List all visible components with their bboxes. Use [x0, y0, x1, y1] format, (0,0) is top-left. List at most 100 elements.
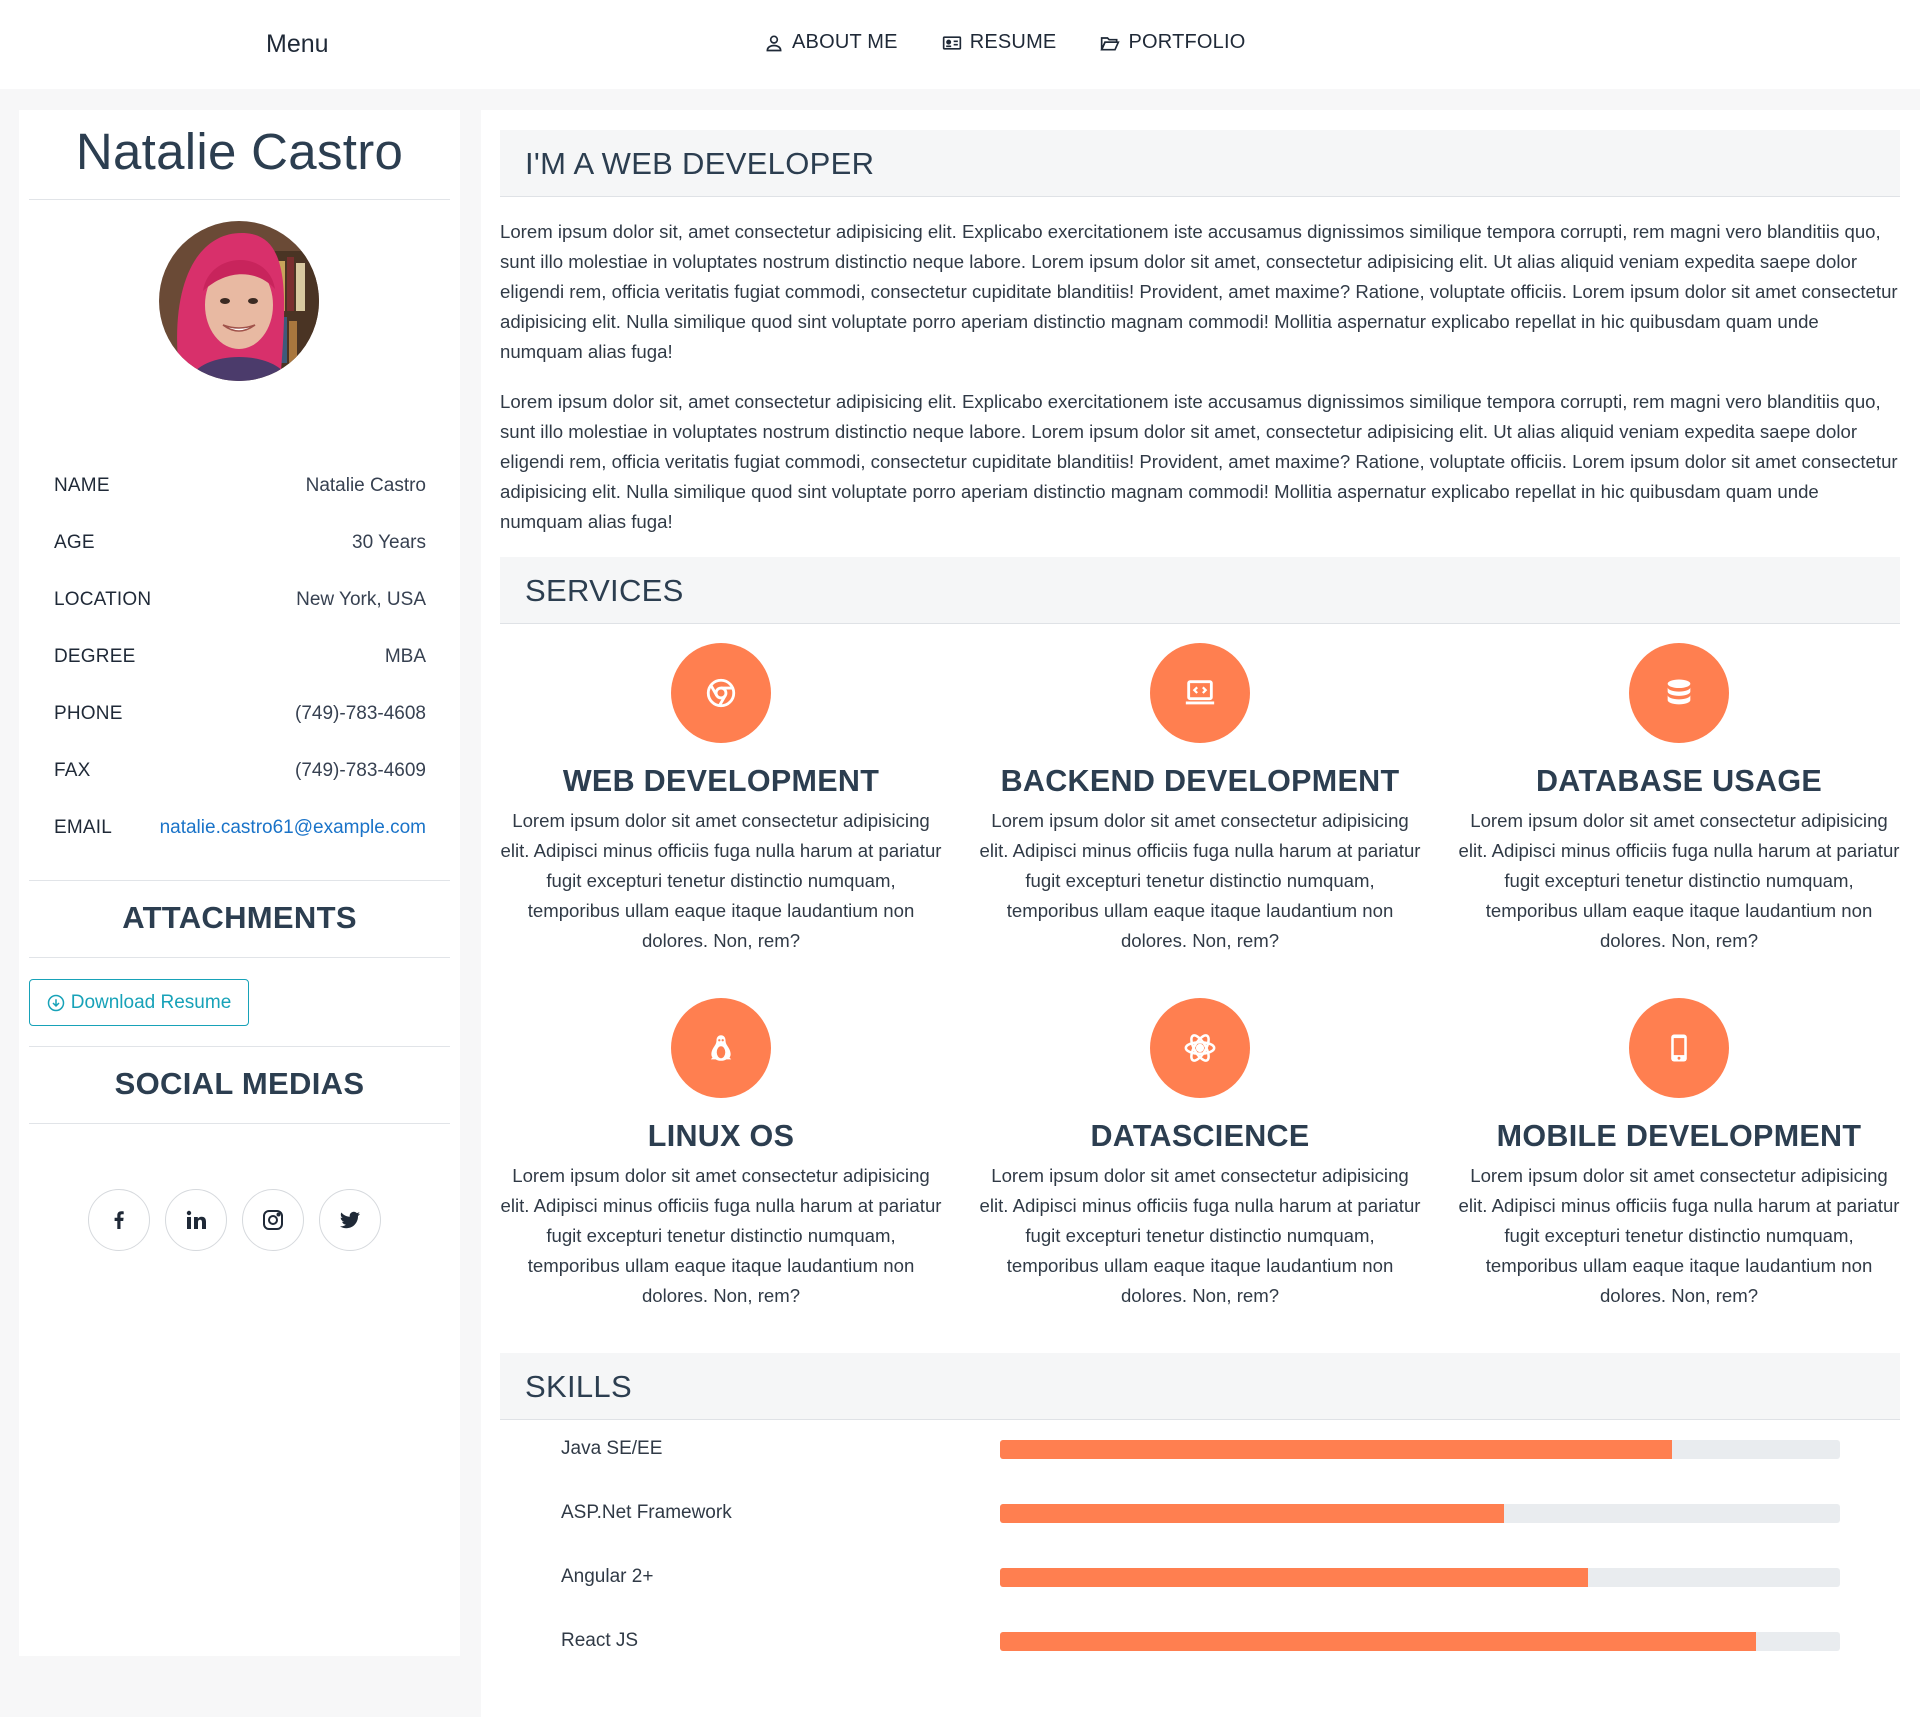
avatar-photo: [159, 221, 319, 381]
service-description: Lorem ipsum dolor sit amet consectetur a…: [979, 810, 1421, 951]
chrome-icon: [706, 678, 736, 708]
skill-name: Java SE/EE: [561, 1438, 663, 1459]
twitter-link[interactable]: [319, 1189, 381, 1251]
service-icon-circle: [1629, 643, 1729, 743]
facebook-icon: [114, 1211, 124, 1229]
info-value: New York, USA: [296, 588, 426, 610]
avatar: [159, 221, 319, 381]
info-key: LOCATION: [54, 588, 152, 610]
service-title: LINUX OS: [647, 1119, 795, 1153]
attachments-heading: ATTACHMENTS: [122, 900, 357, 935]
info-row-phone: PHONE (749)-783-4608: [54, 685, 426, 742]
info-value: (749)-783-4609: [295, 759, 426, 781]
info-key: AGE: [54, 531, 95, 553]
skill-row: Java SE/EE: [500, 1434, 1900, 1464]
service-mobile-development: MOBILE DEVELOPMENT Lorem ipsum dolor sit…: [1458, 998, 1900, 1311]
profile-info-table: NAME Natalie Castro AGE 30 Years LOCATIO…: [54, 457, 426, 856]
skill-name: ASP.Net Framework: [561, 1502, 732, 1523]
service-icon-circle: [671, 643, 771, 743]
info-key: PHONE: [54, 702, 123, 724]
divider: [29, 1123, 450, 1124]
service-linux-os: LINUX OS Lorem ipsum dolor sit amet cons…: [500, 998, 942, 1311]
nav-resume[interactable]: RESUME: [942, 31, 1057, 54]
facebook-link[interactable]: [88, 1189, 150, 1251]
service-web-development: WEB DEVELOPMENT Lorem ipsum dolor sit am…: [500, 643, 942, 956]
nav-resume-label: RESUME: [969, 31, 1057, 53]
service-datascience: DATASCIENCE Lorem ipsum dolor sit amet c…: [979, 998, 1421, 1311]
skill-progress-fill: [1000, 1504, 1504, 1523]
download-resume-label: Download Resume: [70, 991, 232, 1013]
service-icon-circle: [1150, 998, 1250, 1098]
linux-icon: [710, 1035, 732, 1061]
service-title: BACKEND DEVELOPMENT: [1000, 764, 1400, 798]
service-database-usage: DATABASE USAGE Lorem ipsum dolor sit ame…: [1458, 643, 1900, 956]
skill-progress-track: [1000, 1440, 1840, 1459]
info-row-age: AGE 30 Years: [54, 514, 426, 571]
user-icon: [766, 35, 782, 51]
info-key: NAME: [54, 474, 110, 496]
skill-progress-track: [1000, 1632, 1840, 1651]
skill-progress-fill: [1000, 1568, 1588, 1587]
nav-about-me-label: ABOUT ME: [792, 31, 898, 53]
about-heading: I'M A WEB DEVELOPER: [500, 130, 1900, 197]
service-description: Lorem ipsum dolor sit amet consectetur a…: [1458, 1165, 1900, 1306]
service-description: Lorem ipsum dolor sit amet consectetur a…: [500, 1165, 942, 1306]
nav-about-me[interactable]: ABOUT ME: [764, 31, 898, 54]
info-row-degree: DEGREE MBA: [54, 628, 426, 685]
skill-name: Angular 2+: [561, 1566, 654, 1587]
skill-progress-fill: [1000, 1440, 1672, 1459]
divider: [29, 1046, 450, 1047]
about-paragraph-1: Lorem ipsum dolor sit, amet consectetur …: [500, 221, 1898, 362]
skills-heading: SKILLS: [500, 1353, 1900, 1420]
linkedin-icon: [186, 1210, 206, 1229]
info-key: DEGREE: [54, 645, 136, 667]
profile-sidebar: Natalie Castro NAME Natalie Castro AGE 3…: [19, 110, 460, 1656]
divider: [29, 199, 450, 200]
info-value: Natalie Castro: [305, 474, 426, 496]
info-value: MBA: [384, 645, 426, 667]
skill-name: React JS: [561, 1630, 639, 1651]
laptop-code-icon: [1185, 680, 1215, 705]
menu-title[interactable]: Menu: [266, 30, 329, 59]
instagram-icon: [263, 1210, 283, 1230]
service-backend-development: BACKEND DEVELOPMENT Lorem ipsum dolor si…: [979, 643, 1421, 956]
service-icon-circle: [1150, 643, 1250, 743]
nav-portfolio-label: PORTFOLIO: [1128, 31, 1246, 53]
service-title: DATABASE USAGE: [1535, 764, 1823, 798]
info-value: (749)-783-4608: [295, 702, 426, 724]
info-key: FAX: [54, 759, 91, 781]
top-navbar: Menu ABOUT ME RESUME PORTFOLIO: [0, 0, 1920, 89]
skill-row: ASP.Net Framework: [500, 1498, 1900, 1528]
download-circle-icon: [47, 994, 64, 1011]
folder-open-icon: [1100, 36, 1121, 50]
social-links: [88, 1189, 381, 1251]
info-row-email: EMAIL natalie.castro61@example.com: [54, 799, 426, 856]
social-medias-heading: SOCIAL MEDIAS: [114, 1066, 365, 1101]
database-icon: [1667, 679, 1691, 705]
nav-links: ABOUT ME RESUME PORTFOLIO: [764, 31, 1290, 54]
service-title: WEB DEVELOPMENT: [562, 764, 880, 798]
skill-row: Angular 2+: [500, 1562, 1900, 1592]
skill-row: React JS: [500, 1626, 1900, 1656]
nav-portfolio[interactable]: PORTFOLIO: [1100, 31, 1245, 54]
linkedin-link[interactable]: [165, 1189, 227, 1251]
email-link[interactable]: natalie.castro61@example.com: [160, 817, 426, 839]
skill-progress-track: [1000, 1504, 1840, 1523]
id-card-icon: [942, 35, 961, 50]
divider: [29, 880, 450, 881]
divider: [29, 957, 450, 958]
main-content: I'M A WEB DEVELOPER Lorem ipsum dolor si…: [481, 110, 1920, 1717]
service-icon-circle: [1629, 998, 1729, 1098]
service-title: MOBILE DEVELOPMENT: [1496, 1119, 1862, 1153]
profile-name: Natalie Castro: [75, 123, 404, 180]
download-resume-button[interactable]: Download Resume: [29, 979, 249, 1026]
info-row-name: NAME Natalie Castro: [54, 457, 426, 514]
twitter-icon: [340, 1211, 360, 1229]
about-paragraph-2: Lorem ipsum dolor sit, amet consectetur …: [500, 391, 1898, 532]
info-value: 30 Years: [352, 531, 426, 553]
instagram-link[interactable]: [242, 1189, 304, 1251]
info-row-location: LOCATION New York, USA: [54, 571, 426, 628]
service-description: Lorem ipsum dolor sit amet consectetur a…: [979, 1165, 1421, 1306]
service-description: Lorem ipsum dolor sit amet consectetur a…: [1458, 810, 1900, 951]
mobile-icon: [1671, 1034, 1687, 1062]
